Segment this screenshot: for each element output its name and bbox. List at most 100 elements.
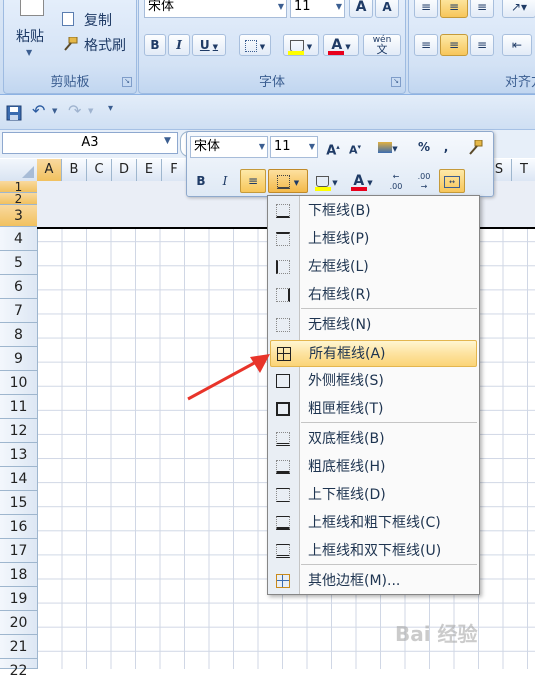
paste-button[interactable]: 粘贴 ▼: [12, 0, 52, 64]
align-center-button[interactable]: ≡: [440, 34, 468, 56]
format-painter-icon[interactable]: [467, 140, 483, 156]
mini-bold-button[interactable]: B: [191, 170, 211, 192]
column-header-d[interactable]: D: [112, 159, 137, 181]
menu-item-all-borders[interactable]: 所有框线(A): [270, 340, 477, 367]
paste-dropdown-icon[interactable]: ▼: [26, 48, 32, 57]
menu-item-right-border[interactable]: 右框线(R): [270, 282, 477, 309]
mini-italic-button[interactable]: I: [215, 170, 235, 192]
undo-icon[interactable]: ↶: [32, 101, 45, 120]
redo-icon[interactable]: ↷: [68, 101, 81, 120]
menu-item-top-border[interactable]: 上框线(P): [270, 226, 477, 253]
row-header[interactable]: 9: [0, 347, 37, 371]
column-header-b[interactable]: B: [62, 159, 87, 181]
mini-shrink-font-button[interactable]: A▾: [345, 136, 365, 158]
mini-fill-color-button[interactable]: ▼: [311, 170, 343, 192]
fill-color-button[interactable]: ▼: [283, 34, 319, 56]
chevron-down-icon[interactable]: ▼: [336, 0, 342, 17]
save-icon[interactable]: [6, 105, 22, 121]
menu-item-top-bottom-border[interactable]: 上下框线(D): [270, 482, 477, 509]
row-header[interactable]: 15: [0, 491, 37, 515]
customize-qat-icon[interactable]: ▾: [108, 103, 113, 114]
row-header[interactable]: 20: [0, 611, 37, 635]
align-right-button[interactable]: ≡: [470, 34, 494, 56]
menu-item-outside-borders[interactable]: 外侧框线(S): [270, 368, 477, 395]
mini-font-color-button[interactable]: A ▼: [347, 170, 379, 192]
chevron-down-icon[interactable]: ▼: [278, 0, 284, 17]
menu-item-top-double-bottom-border[interactable]: 上框线和双下框线(U): [270, 538, 477, 565]
row-header[interactable]: 18: [0, 563, 37, 587]
row-header[interactable]: 5: [0, 251, 37, 275]
indent-button[interactable]: ⇤: [502, 34, 532, 56]
row-header[interactable]: 10: [0, 371, 37, 395]
redo-dropdown-icon[interactable]: ▼: [88, 107, 93, 115]
row-header[interactable]: 17: [0, 539, 37, 563]
row-header[interactable]: 12: [0, 419, 37, 443]
chevron-down-icon[interactable]: ▼: [259, 137, 265, 157]
italic-button[interactable]: I: [168, 34, 190, 56]
name-box-dropdown-icon[interactable]: ▼: [164, 136, 171, 146]
shrink-font-button[interactable]: A: [375, 0, 399, 18]
row-header[interactable]: 14: [0, 467, 37, 491]
underline-button[interactable]: U ▼: [192, 34, 226, 56]
comma-style-button[interactable]: ,: [439, 136, 453, 158]
column-header-c[interactable]: C: [87, 159, 112, 181]
decrease-decimal-button[interactable]: .00 →: [411, 170, 437, 194]
align-middle-button[interactable]: ≡: [440, 0, 468, 18]
increase-decimal-button[interactable]: ← .00: [383, 170, 409, 194]
phonetic-button[interactable]: wén 文: [363, 34, 401, 56]
row-header[interactable]: 8: [0, 323, 37, 347]
font-launcher-icon[interactable]: ↘: [391, 77, 401, 87]
orientation-button[interactable]: ↗▾: [502, 0, 535, 18]
menu-item-no-border[interactable]: 无框线(N): [270, 312, 477, 339]
row-header[interactable]: 22: [0, 659, 37, 679]
column-header-a[interactable]: A: [37, 159, 62, 181]
format-painter-button[interactable]: 格式刷: [60, 35, 136, 55]
row-header[interactable]: 21: [0, 635, 37, 659]
copy-button[interactable]: 复制: [60, 10, 132, 30]
align-left-button[interactable]: ≡: [414, 34, 438, 56]
row-header[interactable]: 11: [0, 395, 37, 419]
menu-item-left-border[interactable]: 左框线(L): [270, 254, 477, 281]
menu-item-bottom-border[interactable]: 下框线(B): [270, 198, 477, 225]
font-color-button[interactable]: A ▼: [323, 34, 359, 56]
mini-borders-button[interactable]: ▼: [268, 169, 308, 193]
menu-item-thick-bottom-border[interactable]: 粗底框线(H): [270, 454, 477, 481]
column-header-f[interactable]: F: [162, 159, 187, 181]
select-all-button[interactable]: [0, 159, 38, 182]
chevron-down-icon[interactable]: ▼: [309, 137, 315, 157]
grow-font-icon: A: [355, 0, 367, 15]
menu-item-top-thick-bottom-border[interactable]: 上框线和粗下框线(C): [270, 510, 477, 537]
row-header[interactable]: 3: [0, 205, 37, 227]
mini-center-button[interactable]: ≡: [240, 169, 266, 193]
row-header[interactable]: 19: [0, 587, 37, 611]
mini-font-name-combo[interactable]: 宋体 ▼: [190, 136, 268, 158]
row-header[interactable]: 16: [0, 515, 37, 539]
column-header-e[interactable]: E: [137, 159, 162, 181]
row-header[interactable]: 7: [0, 299, 37, 323]
menu-item-label: 粗匣框线(T): [308, 401, 384, 417]
bold-button[interactable]: B: [144, 34, 166, 56]
row-header[interactable]: 2: [0, 193, 37, 205]
align-top-button[interactable]: ≡: [414, 0, 438, 18]
merge-center-button[interactable]: ↔: [439, 169, 465, 193]
undo-dropdown-icon[interactable]: ▼: [52, 107, 57, 115]
borders-button[interactable]: ▼: [239, 34, 271, 56]
mini-font-size-combo[interactable]: 11 ▼: [270, 136, 318, 158]
menu-item-double-bottom-border[interactable]: 双底框线(B): [270, 426, 477, 453]
menu-item-thick-box-border[interactable]: 粗匣框线(T): [270, 396, 477, 423]
name-box[interactable]: A3: [2, 132, 178, 154]
clipboard-launcher-icon[interactable]: ↘: [122, 77, 132, 87]
menu-item-more-borders[interactable]: 其他边框(M)...: [270, 568, 477, 595]
font-size-combo[interactable]: 11 ▼: [290, 0, 345, 18]
font-name-combo[interactable]: 宋体 ▼: [144, 0, 287, 18]
row-header[interactable]: 4: [0, 227, 37, 251]
right-border-icon: [276, 288, 290, 302]
row-header[interactable]: 13: [0, 443, 37, 467]
row-header[interactable]: 6: [0, 275, 37, 299]
percent-style-button[interactable]: %: [415, 136, 433, 158]
align-bottom-button[interactable]: ≡: [470, 0, 494, 18]
mini-grow-font-button[interactable]: A▴: [323, 136, 343, 158]
grow-font-button[interactable]: A: [349, 0, 373, 18]
column-header-t[interactable]: T: [512, 159, 535, 181]
mini-format-button[interactable]: ▼: [373, 136, 403, 158]
